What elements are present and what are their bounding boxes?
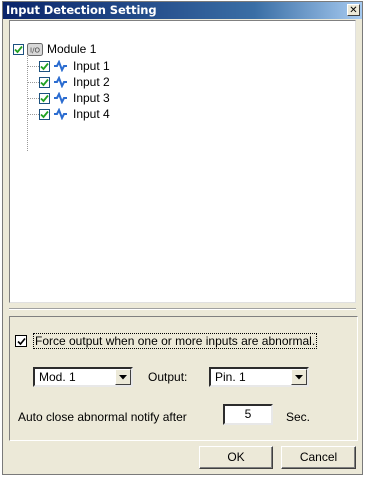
svg-text:I/O: I/O: [30, 46, 40, 54]
force-output-checkbox[interactable]: [15, 335, 27, 347]
tree-node-input[interactable]: Input 2: [39, 74, 110, 90]
input-checkbox[interactable]: [39, 76, 50, 88]
input-label: Input 2: [73, 75, 110, 89]
divider: [9, 308, 356, 310]
cancel-button[interactable]: Cancel: [281, 446, 356, 469]
tree-node-module[interactable]: I/O Module 1: [13, 41, 96, 57]
check-icon: [16, 337, 26, 345]
ok-button[interactable]: OK: [199, 446, 273, 469]
input-label: Input 1: [73, 59, 110, 73]
input-signal-icon: [53, 107, 68, 121]
pin-select[interactable]: Pin. 1: [209, 367, 309, 387]
title-bar[interactable]: Input Detection Setting ✕: [3, 2, 362, 19]
tree-node-input[interactable]: Input 1: [39, 58, 110, 74]
tree-connector: [27, 66, 39, 67]
input-checkbox[interactable]: [39, 108, 50, 120]
input-signal-icon: [53, 75, 68, 89]
module-select[interactable]: Mod. 1: [33, 367, 133, 387]
chevron-down-icon[interactable]: [291, 369, 307, 385]
output-label: Output:: [148, 370, 188, 384]
seconds-label: Sec.: [286, 410, 311, 424]
force-output-label: Force output when one or more inputs are…: [33, 333, 318, 349]
close-button[interactable]: ✕: [347, 4, 360, 16]
auto-close-label: Auto close abnormal notify after: [18, 410, 187, 424]
tree-connector: [27, 114, 39, 115]
check-icon: [40, 110, 49, 118]
auto-close-seconds-input[interactable]: 5: [223, 404, 273, 425]
pin-select-value: Pin. 1: [215, 370, 246, 384]
module-tree[interactable]: I/O Module 1 Input 1 Input 2 Input 3 Inp…: [9, 20, 356, 303]
check-icon: [40, 78, 49, 86]
check-icon: [40, 94, 49, 102]
check-icon: [14, 45, 23, 53]
module-select-value: Mod. 1: [39, 370, 76, 384]
tree-node-input[interactable]: Input 3: [39, 90, 110, 106]
module-checkbox[interactable]: [13, 43, 24, 55]
input-checkbox[interactable]: [39, 60, 50, 72]
input-signal-icon: [53, 91, 68, 105]
input-label: Input 3: [73, 91, 110, 105]
chevron-down-icon[interactable]: [115, 369, 131, 385]
tree-connector: [27, 98, 39, 99]
input-signal-icon: [53, 59, 68, 73]
dialog-window: Input Detection Setting ✕ I/O Module 1 I…: [2, 1, 363, 475]
input-label: Input 4: [73, 107, 110, 121]
input-checkbox[interactable]: [39, 92, 50, 104]
window-title: Input Detection Setting: [6, 3, 157, 17]
tree-node-input[interactable]: Input 4: [39, 106, 110, 122]
module-label: Module 1: [47, 42, 97, 56]
tree-connector: [27, 82, 39, 83]
check-icon: [40, 62, 49, 70]
force-output-option[interactable]: Force output when one or more inputs are…: [15, 333, 318, 349]
io-module-icon: I/O: [27, 42, 43, 56]
